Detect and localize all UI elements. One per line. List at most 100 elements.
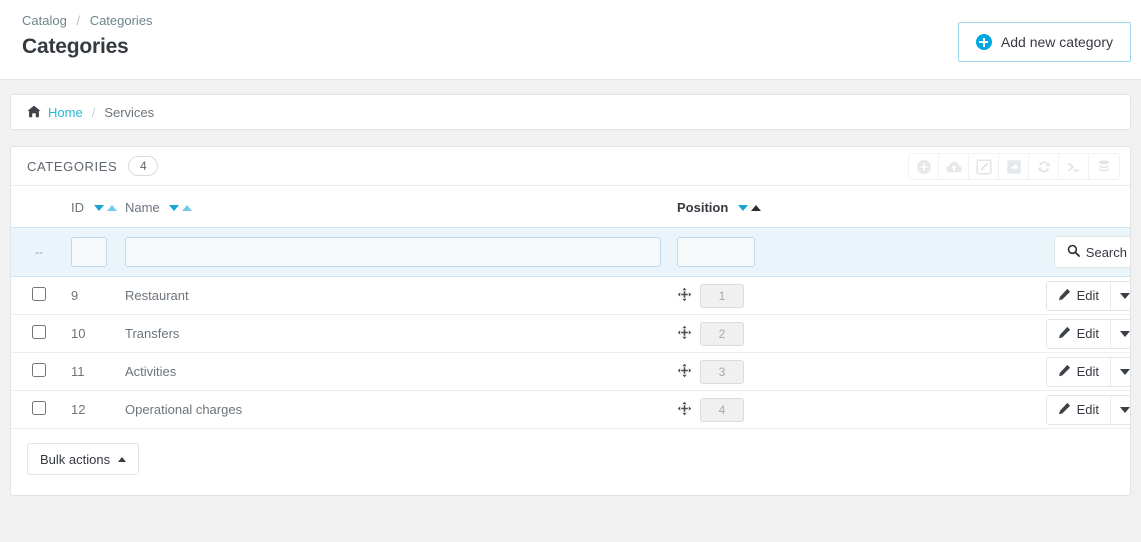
category-count-badge: 4 (128, 156, 159, 176)
table-row[interactable]: 12 Operational charges 4 Edit (11, 390, 1130, 429)
row-position-cell (671, 276, 1001, 315)
edit-dropdown-toggle[interactable] (1110, 319, 1130, 348)
row-select-cell (11, 352, 67, 391)
edit-button-label: Edit (1076, 326, 1099, 341)
sort-id-desc-icon[interactable] (93, 205, 104, 211)
row-checkbox[interactable] (32, 287, 46, 301)
sort-id-asc-icon[interactable] (106, 205, 117, 211)
filter-id-cell (67, 227, 119, 277)
row-checkbox[interactable] (32, 401, 46, 415)
row-position-input[interactable] (700, 397, 744, 422)
add-new-category-button[interactable]: Add new category (957, 22, 1131, 62)
row-name: Operational charges (119, 390, 671, 429)
row-id: 10 (67, 314, 119, 353)
nav-breadcrumb-separator: / (91, 104, 96, 120)
filter-position-cell (671, 227, 1001, 277)
row-name: Activities (119, 352, 671, 391)
edit-square-icon[interactable] (969, 154, 999, 179)
breadcrumb-item-catalog[interactable]: Catalog (22, 13, 67, 28)
row-id: 9 (67, 276, 119, 315)
nav-breadcrumb-current: Services (104, 104, 155, 120)
filter-position-input[interactable] (677, 237, 755, 267)
th-id-label: ID (71, 200, 84, 215)
sort-id (93, 205, 117, 211)
sort-position-desc-icon[interactable] (737, 205, 748, 211)
edit-button-label: Edit (1076, 288, 1099, 303)
filter-row: -- Search (11, 227, 1130, 277)
chevron-up-icon (118, 456, 127, 462)
edit-dropdown-toggle[interactable] (1110, 281, 1130, 310)
table-row[interactable]: 11 Activities 3 Edit (11, 352, 1130, 391)
row-actions-cell: Edit (1001, 390, 1130, 429)
th-name: Name (119, 186, 671, 228)
home-icon (27, 105, 41, 120)
row-checkbox[interactable] (32, 325, 46, 339)
filter-search-cell: Search (1001, 227, 1130, 277)
drag-move-icon[interactable] (677, 401, 692, 418)
pencil-icon (1058, 402, 1071, 418)
edit-button-label: Edit (1076, 402, 1099, 417)
edit-button[interactable]: Edit (1046, 395, 1110, 424)
add-icon[interactable] (909, 154, 939, 179)
terminal-icon[interactable] (1059, 154, 1089, 179)
edit-button[interactable]: Edit (1046, 319, 1110, 348)
breadcrumb-item-categories[interactable]: Categories (90, 13, 153, 28)
edit-dropdown-toggle[interactable] (1110, 357, 1130, 386)
panel-footer: Bulk actions (11, 429, 1130, 495)
table-header-row: ID Name Position (11, 186, 1130, 228)
table-row[interactable]: 9 Restaurant 1 Edit (11, 276, 1130, 315)
table-head: ID Name Position (11, 186, 1130, 228)
row-id: 11 (67, 352, 119, 391)
filter-dash: -- (11, 227, 67, 277)
breadcrumb: Catalog / Categories (22, 10, 1119, 30)
sort-name-desc-icon[interactable] (169, 205, 180, 211)
drag-move-icon[interactable] (677, 363, 692, 380)
filter-id-input[interactable] (71, 237, 107, 267)
row-position-cell (671, 352, 1001, 391)
row-checkbox[interactable] (32, 363, 46, 377)
bulk-actions-button[interactable]: Bulk actions (27, 443, 140, 475)
edit-button-group: Edit (1045, 394, 1130, 425)
refresh-icon[interactable] (1029, 154, 1059, 179)
nav-breadcrumb-home[interactable]: Home (48, 105, 83, 120)
panel-toolbar (908, 153, 1120, 180)
row-actions-cell: Edit (1001, 352, 1130, 391)
search-button[interactable]: Search (1053, 236, 1130, 268)
search-icon (1067, 244, 1080, 260)
categories-panel: CATEGORIES 4 ID Name Position -- Search … (10, 146, 1131, 496)
add-new-category-label: Add new category (1000, 34, 1113, 50)
export-share-icon[interactable] (999, 154, 1029, 179)
table-row[interactable]: 10 Transfers 2 Edit (11, 314, 1130, 353)
th-name-label: Name (125, 200, 160, 215)
edit-button-group: Edit (1045, 280, 1130, 311)
row-select-cell (11, 390, 67, 429)
table-filter-body: -- Search (11, 227, 1130, 277)
edit-button[interactable]: Edit (1046, 281, 1110, 310)
nav-breadcrumb-bar: Home / Services (10, 94, 1131, 130)
row-position-input[interactable] (700, 359, 744, 384)
drag-move-icon[interactable] (677, 325, 692, 342)
row-actions-cell: Edit (1001, 314, 1130, 353)
row-position-input[interactable] (700, 283, 744, 308)
cloud-upload-icon[interactable] (939, 154, 969, 179)
chevron-down-icon (1119, 406, 1130, 413)
categories-table: ID Name Position -- Search 9 Restaurant … (11, 186, 1130, 429)
filter-name-input[interactable] (125, 237, 661, 267)
sort-name-asc-icon[interactable] (182, 205, 193, 211)
row-position-input[interactable] (700, 321, 744, 346)
panel-header: CATEGORIES 4 (11, 147, 1130, 186)
drag-move-icon[interactable] (677, 287, 692, 304)
sort-position-asc-icon[interactable] (750, 205, 761, 211)
panel-title: CATEGORIES (27, 158, 118, 174)
database-icon[interactable] (1089, 154, 1119, 179)
row-select-cell (11, 314, 67, 353)
edit-button[interactable]: Edit (1046, 357, 1110, 386)
edit-button-label: Edit (1076, 364, 1099, 379)
th-position: Position (671, 186, 1001, 228)
chevron-down-icon (1119, 292, 1130, 299)
row-actions-cell: Edit (1001, 276, 1130, 315)
th-actions (1001, 186, 1130, 228)
th-checkbox (11, 186, 67, 228)
search-button-label: Search (1085, 244, 1127, 260)
edit-dropdown-toggle[interactable] (1110, 395, 1130, 424)
